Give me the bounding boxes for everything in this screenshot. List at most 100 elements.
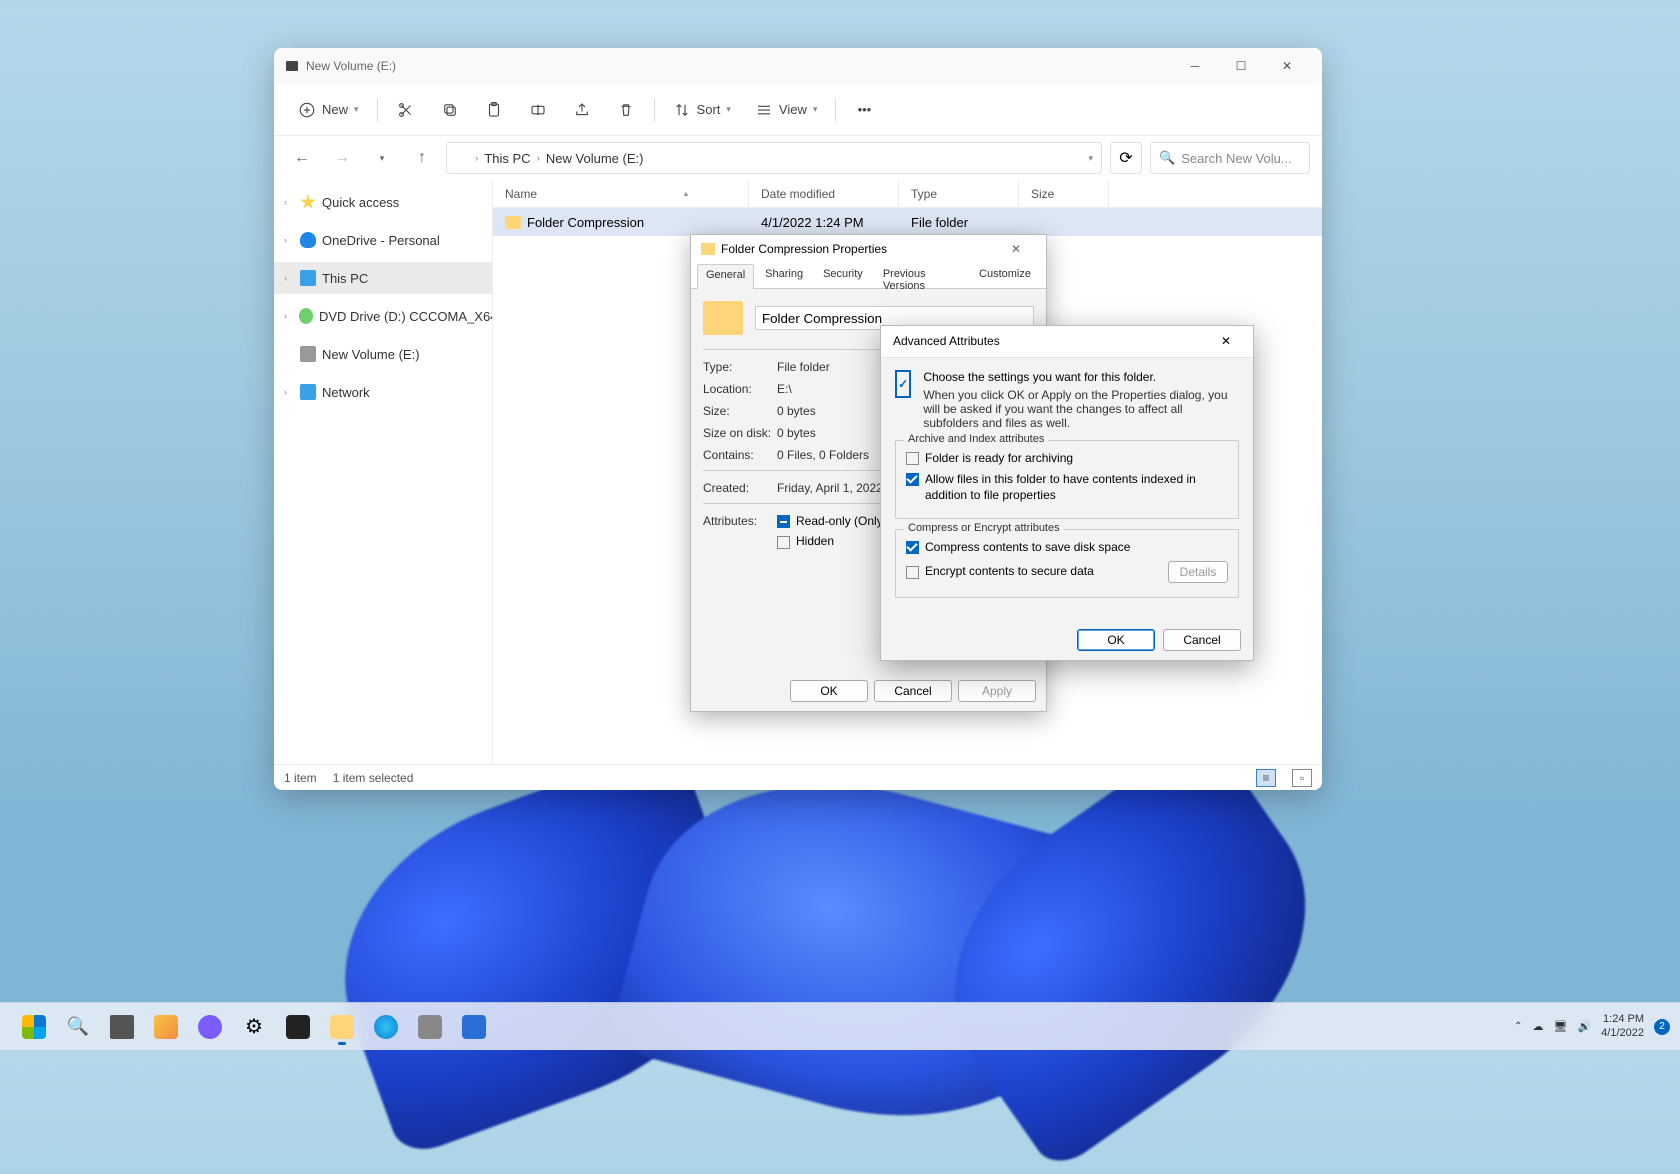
taskbar-app[interactable] bbox=[146, 1007, 186, 1047]
trash-icon bbox=[617, 101, 635, 119]
cloud-icon bbox=[300, 232, 316, 248]
view-button[interactable]: View ▾ bbox=[745, 92, 827, 128]
view-icon bbox=[755, 101, 773, 119]
cancel-button[interactable]: Cancel bbox=[874, 680, 952, 702]
file-row[interactable]: Folder Compression 4/1/2022 1:24 PM File… bbox=[493, 208, 1322, 236]
advanced-titlebar[interactable]: Advanced Attributes ✕ bbox=[881, 326, 1253, 358]
chevron-down-icon: ▾ bbox=[354, 104, 359, 115]
taskbar-edge[interactable] bbox=[366, 1007, 406, 1047]
tab-security[interactable]: Security bbox=[814, 263, 872, 288]
address-bar[interactable]: › This PC › New Volume (E:) ▾ bbox=[446, 142, 1102, 174]
gear-icon: ⚙ bbox=[245, 1014, 263, 1039]
taskbar-app[interactable] bbox=[410, 1007, 450, 1047]
sidebar-item-onedrive[interactable]: ›OneDrive - Personal bbox=[274, 224, 492, 256]
rename-icon bbox=[529, 101, 547, 119]
sidebar-item-network[interactable]: ›Network bbox=[274, 376, 492, 408]
refresh-button[interactable]: ⟳ bbox=[1110, 142, 1142, 174]
back-button[interactable]: ← bbox=[286, 142, 318, 174]
hidden-checkbox[interactable] bbox=[777, 536, 790, 549]
taskbar-terminal[interactable] bbox=[278, 1007, 318, 1047]
taskbar-app[interactable] bbox=[190, 1007, 230, 1047]
sidebar-item-quick-access[interactable]: ›Quick access bbox=[274, 186, 492, 218]
ok-button[interactable]: OK bbox=[790, 680, 868, 702]
network-tray-icon[interactable]: 🖥 bbox=[1554, 1020, 1568, 1033]
sidebar-item-this-pc[interactable]: ›This PC bbox=[274, 262, 492, 294]
clock[interactable]: 1:24 PM 4/1/2022 bbox=[1601, 1013, 1644, 1039]
sort-button[interactable]: Sort ▾ bbox=[663, 92, 741, 128]
column-name[interactable]: Name▴ bbox=[493, 180, 749, 207]
app-icon bbox=[154, 1015, 178, 1039]
rename-button[interactable] bbox=[518, 92, 558, 128]
cut-button[interactable] bbox=[386, 92, 426, 128]
column-date[interactable]: Date modified bbox=[749, 180, 899, 207]
disc-icon bbox=[299, 308, 313, 324]
tab-sharing[interactable]: Sharing bbox=[756, 263, 812, 288]
details-view-toggle[interactable]: ≡ bbox=[1256, 769, 1276, 787]
tab-customize[interactable]: Customize bbox=[970, 263, 1040, 288]
close-button[interactable]: ✕ bbox=[1264, 50, 1310, 82]
column-size[interactable]: Size bbox=[1019, 180, 1109, 207]
command-bar: New ▾ Sort ▾ View ▾ ••• bbox=[274, 84, 1322, 136]
taskbar-settings[interactable]: ⚙ bbox=[234, 1007, 274, 1047]
minimize-button[interactable]: ─ bbox=[1172, 50, 1218, 82]
search-input[interactable]: 🔍 Search New Volu... bbox=[1150, 142, 1310, 174]
index-checkbox[interactable] bbox=[906, 473, 919, 486]
cancel-button[interactable]: Cancel bbox=[1163, 629, 1241, 651]
sidebar-item-new-volume[interactable]: ›New Volume (E:) bbox=[274, 338, 492, 370]
compress-checkbox[interactable] bbox=[906, 541, 919, 554]
breadcrumb-segment[interactable]: New Volume (E:) bbox=[546, 151, 644, 166]
selection-count: 1 item selected bbox=[333, 771, 414, 785]
archive-index-group: Archive and Index attributes Folder is r… bbox=[895, 440, 1239, 519]
delete-button[interactable] bbox=[606, 92, 646, 128]
task-view-button[interactable] bbox=[102, 1007, 142, 1047]
sidebar-item-dvd-drive[interactable]: ›DVD Drive (D:) CCCOMA_X64FR bbox=[274, 300, 492, 332]
tab-previous-versions[interactable]: Previous Versions bbox=[874, 263, 968, 288]
volume-tray-icon[interactable]: 🔊 bbox=[1577, 1020, 1591, 1033]
more-button[interactable]: ••• bbox=[844, 92, 884, 128]
search-button[interactable]: 🔍 bbox=[58, 1007, 98, 1047]
share-button[interactable] bbox=[562, 92, 602, 128]
taskbar-store[interactable] bbox=[454, 1007, 494, 1047]
star-icon bbox=[300, 194, 316, 210]
taskbar-file-explorer[interactable] bbox=[322, 1007, 362, 1047]
forward-button[interactable]: → bbox=[326, 142, 358, 174]
ok-button[interactable]: OK bbox=[1077, 629, 1155, 651]
close-button[interactable]: ✕ bbox=[996, 242, 1036, 256]
paste-button[interactable] bbox=[474, 92, 514, 128]
maximize-button[interactable]: ☐ bbox=[1218, 50, 1264, 82]
archive-checkbox[interactable] bbox=[906, 452, 919, 465]
up-button[interactable]: ↑ bbox=[406, 142, 438, 174]
status-bar: 1 item 1 item selected ≡ ▫ bbox=[274, 764, 1322, 790]
apply-button[interactable]: Apply bbox=[958, 680, 1036, 702]
new-button[interactable]: New ▾ bbox=[288, 92, 369, 128]
properties-titlebar[interactable]: Folder Compression Properties ✕ bbox=[691, 235, 1046, 263]
drive-icon bbox=[286, 61, 298, 71]
settings-icon bbox=[895, 370, 911, 398]
pc-icon bbox=[300, 270, 316, 286]
edge-icon bbox=[374, 1015, 398, 1039]
readonly-checkbox[interactable] bbox=[777, 515, 790, 528]
breadcrumb-segment[interactable]: This PC bbox=[484, 151, 530, 166]
copy-button[interactable] bbox=[430, 92, 470, 128]
large-icons-toggle[interactable]: ▫ bbox=[1292, 769, 1312, 787]
folder-icon bbox=[701, 243, 715, 255]
encrypt-checkbox[interactable] bbox=[906, 566, 919, 579]
close-button[interactable]: ✕ bbox=[1211, 334, 1241, 348]
recent-button[interactable]: ▾ bbox=[366, 142, 398, 174]
taskview-icon bbox=[110, 1015, 134, 1039]
details-button[interactable]: Details bbox=[1168, 561, 1228, 583]
advanced-attributes-dialog: Advanced Attributes ✕ Choose the setting… bbox=[880, 325, 1254, 661]
start-button[interactable] bbox=[14, 1007, 54, 1047]
copy-icon bbox=[441, 101, 459, 119]
app-icon bbox=[418, 1015, 442, 1039]
compress-encrypt-group: Compress or Encrypt attributes Compress … bbox=[895, 529, 1239, 599]
drive-icon bbox=[455, 153, 469, 163]
tray-chevron[interactable]: ⌃ bbox=[1514, 1021, 1522, 1032]
drive-icon bbox=[300, 346, 316, 362]
column-type[interactable]: Type bbox=[899, 180, 1019, 207]
window-titlebar[interactable]: New Volume (E:) ─ ☐ ✕ bbox=[274, 48, 1322, 84]
chevron-down-icon[interactable]: ▾ bbox=[1088, 153, 1093, 164]
tab-general[interactable]: General bbox=[697, 264, 754, 289]
onedrive-tray-icon[interactable]: ☁ bbox=[1533, 1020, 1544, 1033]
notification-badge[interactable]: 2 bbox=[1654, 1019, 1670, 1035]
